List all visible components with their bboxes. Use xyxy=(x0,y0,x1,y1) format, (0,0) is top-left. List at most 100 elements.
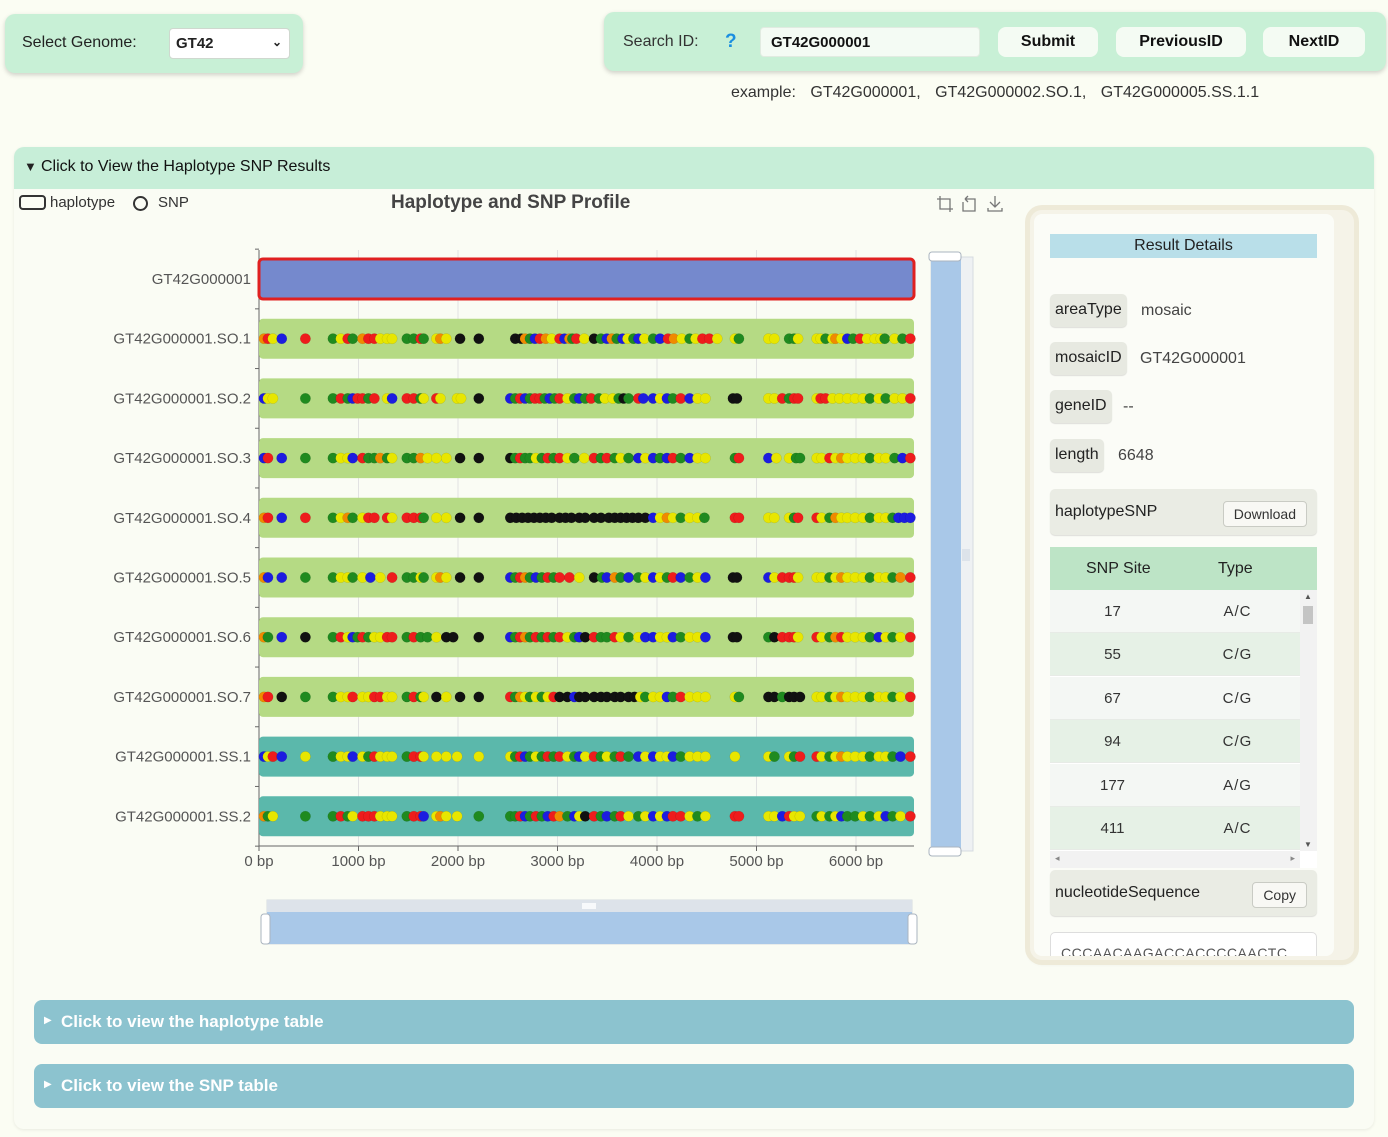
table-row[interactable]: 411 A/C xyxy=(1050,807,1300,850)
snp-point[interactable] xyxy=(699,631,711,643)
snp-point[interactable] xyxy=(568,452,580,464)
snp-point[interactable] xyxy=(267,392,279,404)
nucleotide-sequence-box[interactable]: CCCAACAAGACCACCCCAACTC xyxy=(1050,932,1317,956)
next-id-button[interactable]: NextID xyxy=(1263,27,1365,57)
snp-point[interactable] xyxy=(904,631,916,643)
snp-point[interactable] xyxy=(454,572,466,583)
snp-point[interactable] xyxy=(262,452,274,464)
snp-point[interactable] xyxy=(473,333,485,345)
snp-point[interactable] xyxy=(792,572,804,583)
snp-point[interactable] xyxy=(904,691,916,703)
snp-point[interactable] xyxy=(347,452,359,464)
snp-table-vertical-scrollbar[interactable]: ▲ ▼ xyxy=(1300,590,1317,851)
snp-point[interactable] xyxy=(299,452,311,464)
snp-point[interactable] xyxy=(895,631,906,643)
snp-point[interactable] xyxy=(386,452,398,464)
snp-point[interactable] xyxy=(276,512,288,524)
previous-id-button[interactable]: PreviousID xyxy=(1116,27,1246,57)
snp-point[interactable] xyxy=(768,512,780,524)
snp-point[interactable] xyxy=(794,751,806,763)
snp-point[interactable] xyxy=(733,333,745,345)
snp-point[interactable] xyxy=(563,572,575,583)
snp-point[interactable] xyxy=(623,751,634,763)
snp-point[interactable] xyxy=(733,452,745,464)
horizontal-zoom-grip-icon[interactable] xyxy=(582,903,596,909)
snp-point[interactable] xyxy=(440,572,452,583)
column-header-type[interactable]: Type xyxy=(1218,560,1253,578)
table-row[interactable]: 177 A/G xyxy=(1050,764,1300,807)
snp-point[interactable] xyxy=(418,691,430,703)
snp-point[interactable] xyxy=(386,631,398,643)
snp-point[interactable] xyxy=(637,392,649,404)
snp-point[interactable] xyxy=(454,333,466,345)
snp-point[interactable] xyxy=(418,512,430,524)
scroll-down-arrow-icon[interactable]: ▼ xyxy=(1304,840,1312,849)
snp-point[interactable] xyxy=(347,751,359,763)
snp-point[interactable] xyxy=(451,751,463,763)
snp-point[interactable] xyxy=(430,751,442,763)
snp-point[interactable] xyxy=(276,572,288,583)
snp-point[interactable] xyxy=(711,333,723,345)
snp-point[interactable] xyxy=(440,751,452,763)
snp-point[interactable] xyxy=(895,572,906,583)
scrollbar-thumb[interactable] xyxy=(1303,606,1313,624)
snp-point[interactable] xyxy=(386,691,398,703)
snp-point[interactable] xyxy=(276,452,288,464)
snp-point[interactable] xyxy=(733,810,745,822)
snp-point[interactable] xyxy=(299,512,311,524)
snp-point[interactable] xyxy=(554,572,566,583)
snp-point[interactable] xyxy=(430,631,442,643)
snp-point[interactable] xyxy=(454,512,466,524)
snp-point[interactable] xyxy=(440,333,452,345)
snp-point[interactable] xyxy=(440,810,452,822)
snp-point[interactable] xyxy=(299,810,311,822)
snp-point[interactable] xyxy=(262,631,274,643)
snp-point[interactable] xyxy=(299,392,311,404)
scroll-up-arrow-icon[interactable]: ▲ xyxy=(1304,592,1312,601)
snp-point[interactable] xyxy=(731,631,743,643)
snp-point[interactable] xyxy=(733,512,745,524)
example-id[interactable]: GT42G000005.SS.1.1 xyxy=(1101,84,1259,101)
snp-point[interactable] xyxy=(768,751,780,763)
snp-point[interactable] xyxy=(386,512,398,524)
snp-table-horizontal-scrollbar[interactable]: ◂ ▸ xyxy=(1050,851,1300,868)
table-row[interactable]: 94 C/G xyxy=(1050,720,1300,763)
snp-point[interactable] xyxy=(623,631,634,643)
snp-point[interactable] xyxy=(299,572,311,583)
snp-point[interactable] xyxy=(473,691,485,703)
snp-point[interactable] xyxy=(904,512,916,524)
snp-point[interactable] xyxy=(347,572,359,583)
snp-point[interactable] xyxy=(895,810,906,822)
snp-point[interactable] xyxy=(454,452,466,464)
snp-point[interactable] xyxy=(623,810,634,822)
snp-point[interactable] xyxy=(792,392,804,404)
snp-point[interactable] xyxy=(430,691,442,703)
snp-point[interactable] xyxy=(267,810,279,822)
snp-point[interactable] xyxy=(299,333,311,345)
snp-point[interactable] xyxy=(699,691,711,703)
snp-point[interactable] xyxy=(895,691,906,703)
haplotype-bar[interactable] xyxy=(257,257,916,301)
snp-point[interactable] xyxy=(299,751,311,763)
snp-point[interactable] xyxy=(368,392,380,404)
vertical-zoom-handle-bottom[interactable] xyxy=(928,846,962,857)
haplotype-table-accordion[interactable]: ▶ Click to view the haplotype table xyxy=(34,1000,1354,1044)
snp-point[interactable] xyxy=(386,333,398,345)
snp-table-accordion[interactable]: ▶ Click to view the SNP table xyxy=(34,1064,1354,1108)
snp-point[interactable] xyxy=(699,392,711,404)
snp-point[interactable] xyxy=(368,512,380,524)
copy-button[interactable]: Copy xyxy=(1252,882,1307,908)
snp-point[interactable] xyxy=(904,392,916,404)
snp-point[interactable] xyxy=(299,631,311,643)
snp-point[interactable] xyxy=(262,691,274,703)
snp-point[interactable] xyxy=(794,810,806,822)
snp-point[interactable] xyxy=(699,572,711,583)
snp-point[interactable] xyxy=(578,333,590,345)
snp-point[interactable] xyxy=(623,392,634,404)
snp-point[interactable] xyxy=(573,572,585,583)
snp-point[interactable] xyxy=(440,452,452,464)
snp-point[interactable] xyxy=(440,512,452,524)
snp-point[interactable] xyxy=(473,810,485,822)
snp-point[interactable] xyxy=(454,691,466,703)
snp-point[interactable] xyxy=(364,572,376,583)
